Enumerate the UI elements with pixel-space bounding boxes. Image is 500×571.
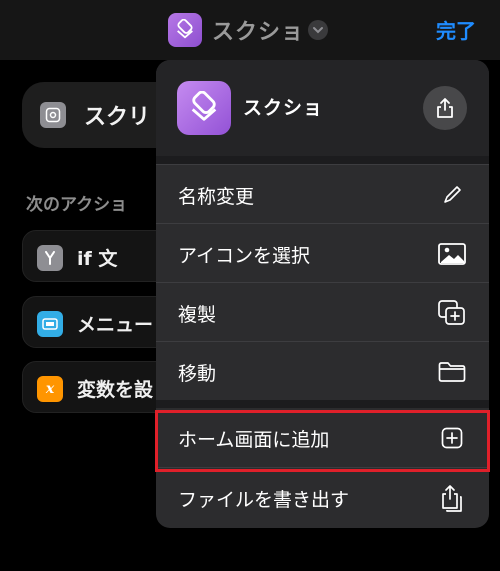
next-actions-heading: 次のアクショ (26, 195, 128, 215)
menu-item-choose-icon[interactable]: アイコンを選択 (156, 223, 489, 282)
menu-item-label: 名称変更 (178, 186, 255, 208)
menu-item-label: 移動 (178, 363, 217, 385)
action-row-label: 変数を設 (77, 379, 154, 401)
menu-separator (156, 156, 489, 164)
export-icon (438, 484, 466, 512)
navigation-bar: スクショ 完了 (0, 0, 500, 60)
shortcut-title[interactable]: スクショ (212, 14, 304, 46)
variable-icon: x (37, 376, 63, 402)
menu-icon (37, 311, 63, 337)
action-row-label: メニュー (77, 314, 154, 336)
menu-header: スクショ (156, 60, 489, 156)
layers-icon (177, 81, 231, 135)
photo-icon (438, 240, 466, 268)
screenshot-icon (40, 102, 66, 128)
duplicate-icon (438, 299, 466, 327)
menu-item-duplicate[interactable]: 複製 (156, 282, 489, 341)
menu-item-rename[interactable]: 名称変更 (156, 164, 489, 223)
pencil-icon (438, 181, 466, 209)
menu-item-label: ファイルを書き出す (178, 489, 350, 511)
menu-item-export-file[interactable]: ファイルを書き出す (156, 467, 489, 528)
share-button[interactable] (423, 86, 467, 130)
chevron-down-icon[interactable] (308, 20, 328, 40)
menu-item-label: 複製 (178, 304, 217, 326)
menu-item-move[interactable]: 移動 (156, 341, 489, 400)
highlight-box (155, 410, 490, 472)
menu-app-name: スクショ (243, 97, 324, 119)
menu-item-label: アイコンを選択 (178, 245, 311, 267)
done-button[interactable]: 完了 (436, 15, 476, 44)
action-row-label: if 文 (77, 248, 118, 270)
folder-icon (438, 358, 466, 386)
layers-icon[interactable] (168, 13, 202, 47)
shortcut-label: スクリ (84, 105, 151, 130)
share-icon (437, 98, 453, 118)
branch-icon (37, 245, 63, 271)
